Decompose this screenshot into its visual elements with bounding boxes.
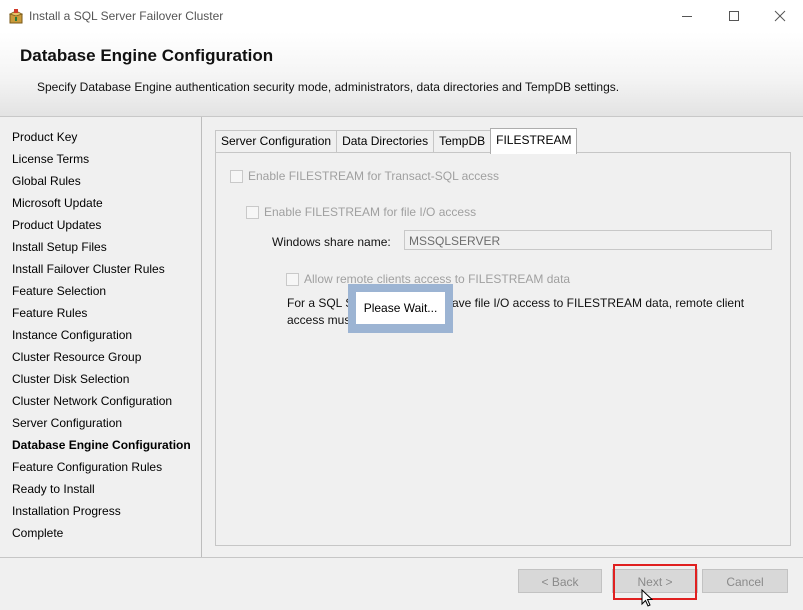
filestream-panel: Enable FILESTREAM for Transact-SQL acces… (215, 152, 791, 546)
sidebar-item-license-terms[interactable]: License Terms (12, 151, 191, 173)
enable-fileio-row: Enable FILESTREAM for file I/O access (246, 205, 476, 219)
enable-fileio-checkbox[interactable] (246, 205, 259, 219)
please-wait-text: Please Wait... (356, 292, 445, 324)
sidebar-item-server-configuration[interactable]: Server Configuration (12, 415, 191, 437)
enable-fileio-label: Enable FILESTREAM for file I/O access (264, 205, 477, 219)
close-button[interactable] (757, 0, 803, 32)
maximize-button[interactable] (711, 0, 757, 32)
allow-remote-checkbox[interactable] (286, 272, 299, 286)
tab-filestream[interactable]: FILESTREAM (490, 128, 578, 154)
sidebar-item-microsoft-update[interactable]: Microsoft Update (12, 195, 191, 217)
cancel-button[interactable]: Cancel (702, 569, 788, 593)
config-tabs: Server Configuration Data Directories Te… (215, 128, 578, 154)
steps-sidebar: Product Key License Terms Global Rules Micr… (0, 117, 202, 557)
sidebar-item-instance-configuration[interactable]: Instance Configuration (12, 327, 191, 349)
please-wait-dialog: Please Wait... (348, 284, 453, 333)
window-title: Install a SQL Server Failover Cluster (29, 9, 224, 23)
sidebar-item-ready-to-install[interactable]: Ready to Install (12, 481, 191, 503)
sidebar-item-feature-configuration-rules[interactable]: Feature Configuration Rules (12, 459, 191, 481)
title-bar: Install a SQL Server Failover Cluster (0, 0, 803, 32)
enable-tsql-label: Enable FILESTREAM for Transact-SQL acces… (248, 169, 499, 183)
tab-tempdb[interactable]: TempDB (433, 130, 492, 153)
next-button-highlight (613, 564, 697, 600)
minimize-icon (682, 16, 692, 17)
page-header: Database Engine Configuration Specify Da… (0, 32, 803, 117)
page-description: Specify Database Engine authentication s… (37, 80, 620, 94)
minimize-button[interactable] (664, 0, 710, 32)
sidebar-item-product-key[interactable]: Product Key (12, 129, 191, 151)
enable-tsql-row: Enable FILESTREAM for Transact-SQL acces… (230, 169, 499, 183)
share-name-label: Windows share name: (272, 235, 391, 249)
sidebar-item-install-failover-cluster-rules[interactable]: Install Failover Cluster Rules (12, 261, 191, 283)
share-name-input[interactable]: MSSQLSERVER (404, 230, 772, 250)
sidebar-item-cluster-network-configuration[interactable]: Cluster Network Configuration (12, 393, 191, 415)
sidebar-item-feature-selection[interactable]: Feature Selection (12, 283, 191, 305)
sidebar-item-complete[interactable]: Complete (12, 525, 191, 547)
sidebar-item-product-updates[interactable]: Product Updates (12, 217, 191, 239)
sql-setup-box-icon (8, 8, 24, 24)
mouse-cursor-icon (641, 588, 654, 607)
footer-divider (0, 557, 803, 558)
page-title: Database Engine Configuration (20, 46, 274, 65)
back-button[interactable]: < Back (518, 569, 602, 593)
tab-server-configuration[interactable]: Server Configuration (215, 130, 338, 153)
sidebar-item-feature-rules[interactable]: Feature Rules (12, 305, 191, 327)
sidebar-item-install-setup-files[interactable]: Install Setup Files (12, 239, 191, 261)
sidebar-item-database-engine-configuration[interactable]: Database Engine Configuration (12, 437, 191, 459)
close-icon (774, 10, 786, 22)
sidebar-item-cluster-resource-group[interactable]: Cluster Resource Group (12, 349, 191, 371)
sidebar-item-cluster-disk-selection[interactable]: Cluster Disk Selection (12, 371, 191, 393)
sidebar-item-installation-progress[interactable]: Installation Progress (12, 503, 191, 525)
enable-tsql-checkbox[interactable] (230, 169, 243, 183)
maximize-icon (729, 11, 739, 21)
sidebar-item-global-rules[interactable]: Global Rules (12, 173, 191, 195)
tab-data-directories[interactable]: Data Directories (336, 130, 435, 153)
